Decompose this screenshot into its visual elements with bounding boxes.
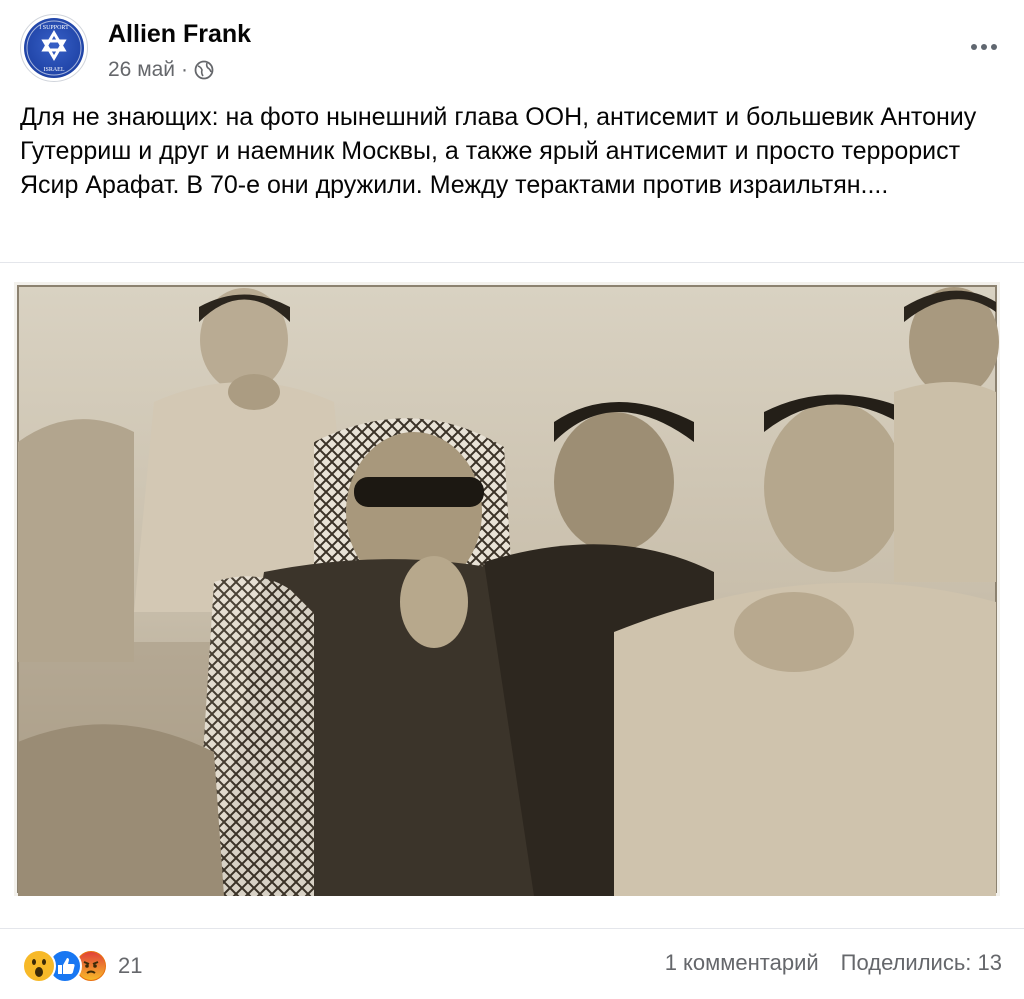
reactions-summary[interactable]: 21 [22,948,142,984]
wow-reaction-icon [22,949,56,983]
globe-icon[interactable] [194,60,214,80]
divider [0,262,1024,263]
svg-text:ISRAEL: ISRAEL [44,67,65,73]
post-text: Для не знающих: на фото нынешний глава О… [20,103,977,199]
post-date[interactable]: 26 май [108,58,175,82]
star-of-david-icon: I SUPPORT ISRAEL [24,18,84,78]
reactions-count[interactable]: 21 [118,953,142,979]
post-meta: 26 май · [108,58,214,82]
avatar[interactable]: I SUPPORT ISRAEL [20,14,88,82]
comments-count-link[interactable]: 1 комментарий [665,950,819,976]
more-dot-icon [971,44,977,50]
meta-separator: · [181,58,189,81]
more-options-button[interactable] [964,32,1004,62]
more-dot-icon [991,44,997,50]
post-header: I SUPPORT ISRAEL Allien Frank 26 май · [20,14,1004,86]
svg-text:I SUPPORT: I SUPPORT [39,25,69,31]
shares-count-link[interactable]: Поделились: 13 [841,950,1002,976]
post-stats: 1 комментарий Поделились: 13 [665,950,1002,976]
author-name[interactable]: Allien Frank [108,20,251,49]
more-dot-icon [981,44,987,50]
post-photo[interactable] [14,282,1000,896]
footer-divider [0,928,1024,929]
